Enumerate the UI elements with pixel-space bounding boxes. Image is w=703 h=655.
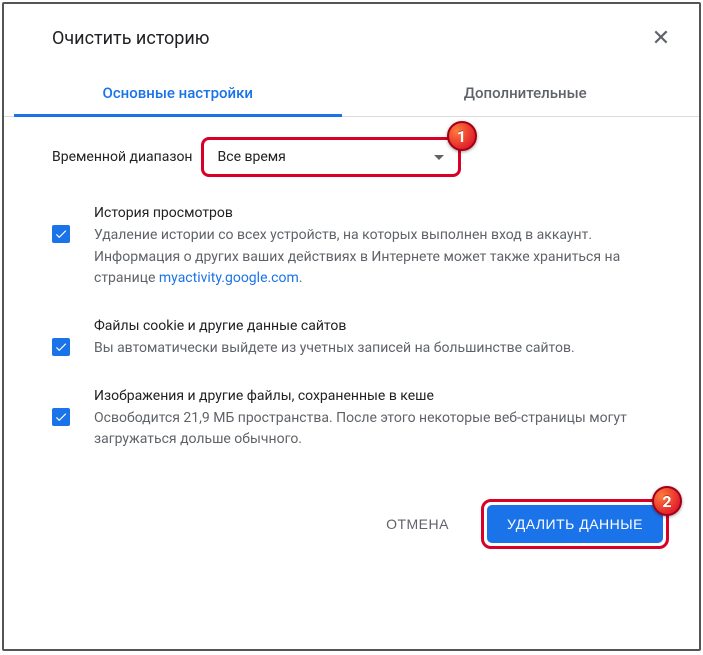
- option-cache: Изображения и другие файлы, сохраненные …: [52, 388, 651, 451]
- time-range-select[interactable]: Все время: [201, 137, 461, 177]
- time-range-label: Временной диапазон: [52, 149, 193, 165]
- option-description: Освободится 21,9 МБ пространства. После …: [94, 408, 651, 451]
- check-icon: [54, 340, 68, 354]
- close-button[interactable]: ✕: [647, 24, 675, 52]
- clear-data-button[interactable]: УДАЛИТЬ ДАННЫЕ: [487, 505, 663, 543]
- time-range-select-wrap: Все время 1: [201, 137, 461, 177]
- myactivity-link[interactable]: myactivity.google.com: [159, 270, 299, 286]
- check-icon: [54, 410, 68, 424]
- cancel-button[interactable]: ОТМЕНА: [366, 506, 469, 542]
- check-icon: [54, 227, 68, 241]
- time-range-row: Временной диапазон Все время 1: [52, 137, 651, 177]
- option-title: Изображения и другие файлы, сохраненные …: [94, 388, 651, 404]
- option-title: История просмотров: [94, 205, 651, 221]
- checkbox-browsing-history[interactable]: [52, 225, 70, 243]
- chevron-down-icon: [434, 155, 444, 160]
- tabs: Основные настройки Дополнительные: [4, 70, 699, 117]
- primary-button-highlight: УДАЛИТЬ ДАННЫЕ 2: [481, 499, 669, 549]
- annotation-badge-2: 2: [652, 486, 682, 516]
- dialog-content: Временной диапазон Все время 1 История п…: [4, 117, 699, 489]
- dialog-header: Очистить историю ✕: [4, 4, 699, 70]
- checkbox-cache[interactable]: [52, 408, 70, 426]
- option-cookies: Файлы cookie и другие данные сайтов Вы а…: [52, 318, 651, 360]
- time-range-value: Все время: [218, 149, 286, 165]
- option-description: Удаление истории со всех устройств, на к…: [94, 225, 651, 290]
- dialog-footer: ОТМЕНА УДАЛИТЬ ДАННЫЕ 2: [4, 489, 699, 567]
- dialog-title: Очистить историю: [52, 28, 209, 49]
- tab-advanced[interactable]: Дополнительные: [352, 70, 700, 116]
- clear-browsing-data-dialog: Очистить историю ✕ Основные настройки До…: [4, 4, 699, 567]
- checkbox-cookies[interactable]: [52, 338, 70, 356]
- tab-basic[interactable]: Основные настройки: [4, 70, 352, 116]
- close-icon: ✕: [652, 27, 670, 49]
- option-title: Файлы cookie и другие данные сайтов: [94, 318, 651, 334]
- option-browsing-history: История просмотров Удаление истории со в…: [52, 205, 651, 290]
- option-description: Вы автоматически выйдете из учетных запи…: [94, 338, 651, 360]
- annotation-badge-1: 1: [447, 121, 477, 151]
